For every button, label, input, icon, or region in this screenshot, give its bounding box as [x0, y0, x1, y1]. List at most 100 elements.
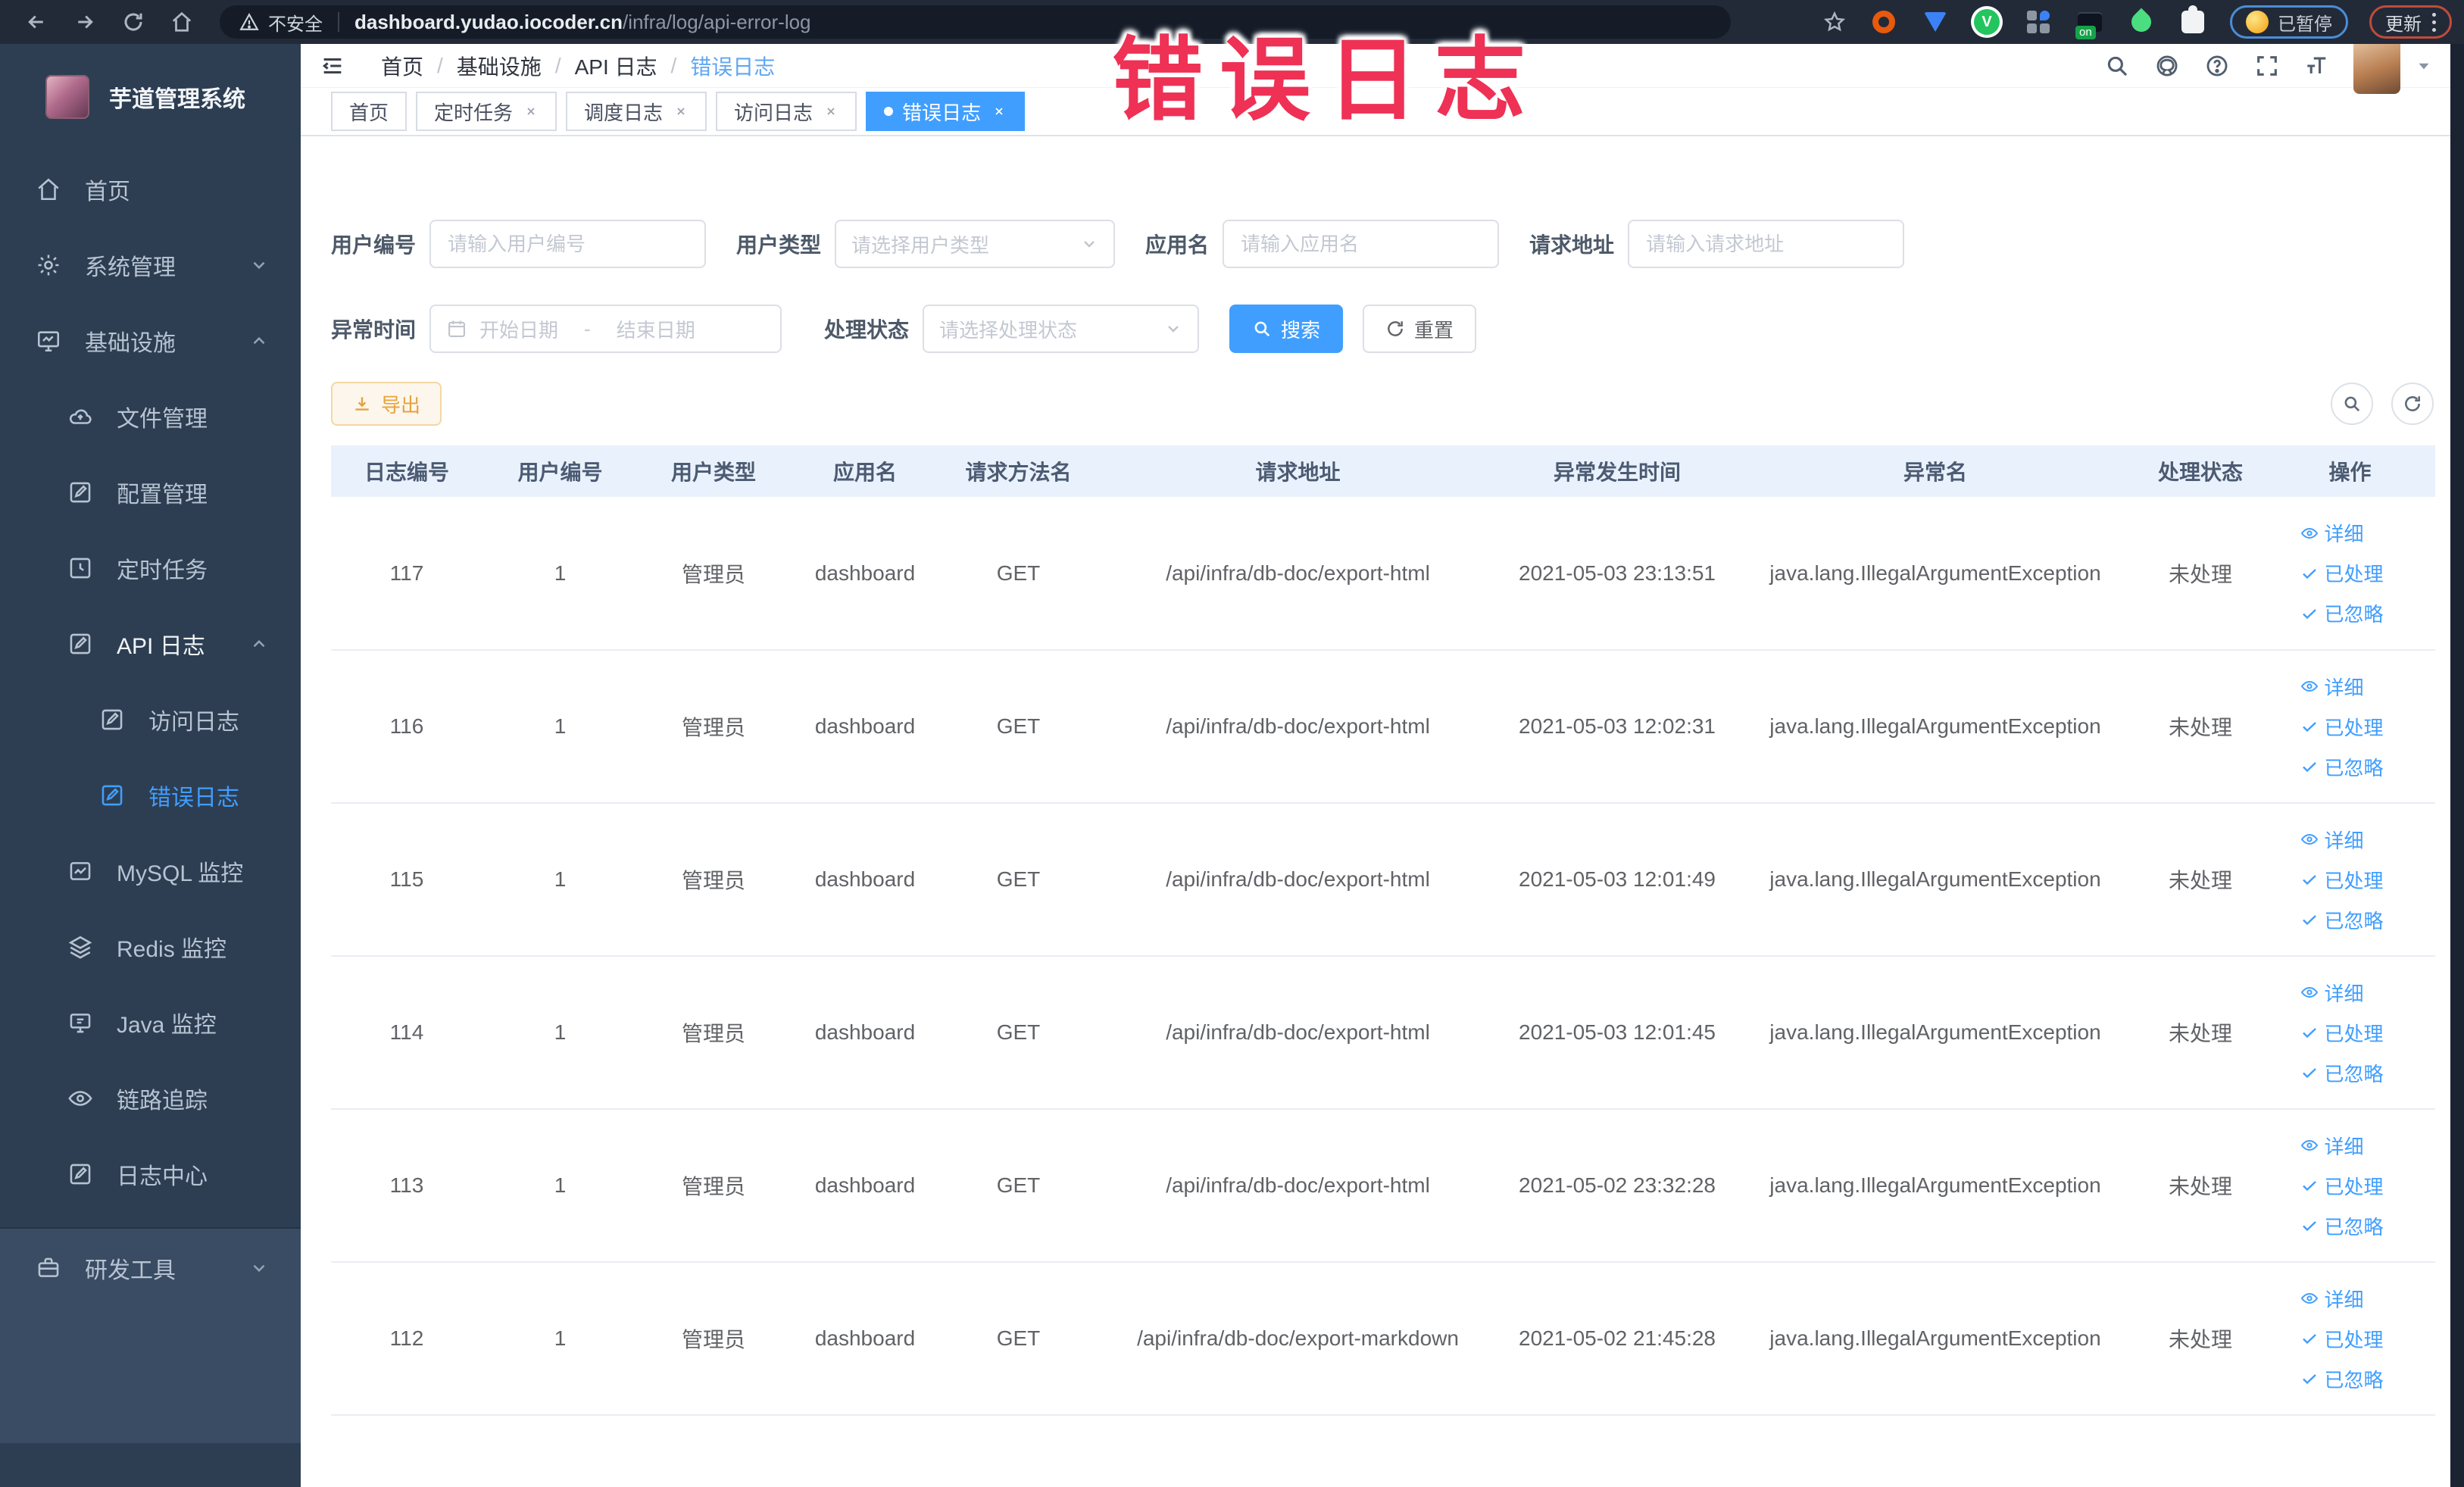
- sidebar-item-home[interactable]: 首页: [0, 152, 301, 227]
- sidebar-bottom-section: 研发工具: [0, 1227, 301, 1443]
- fullscreen-icon[interactable]: [2250, 49, 2284, 83]
- tab-schedule-log[interactable]: 调度日志: [566, 92, 707, 131]
- extension-sprout-icon[interactable]: [2125, 6, 2157, 38]
- detail-link[interactable]: 详细: [2300, 673, 2364, 701]
- sidebar-item-config-management[interactable]: 配置管理: [0, 455, 301, 530]
- detail-link[interactable]: 详细: [2300, 1132, 2364, 1160]
- back-icon[interactable]: [23, 8, 50, 36]
- extensions-puzzle-icon[interactable]: [2177, 5, 2209, 38]
- mark-ignored-link[interactable]: 已忽略: [2300, 1059, 2384, 1087]
- sidebar-fold-icon[interactable]: [317, 51, 348, 81]
- forward-icon[interactable]: [71, 8, 98, 36]
- extension-shield-icon[interactable]: [1919, 6, 1951, 38]
- sidebar-item-redis-monitor[interactable]: Redis 监控: [0, 909, 301, 985]
- bookmark-star-icon[interactable]: [1821, 8, 1848, 36]
- sidebar-item-mysql-monitor[interactable]: MySQL 监控: [0, 833, 301, 909]
- github-icon[interactable]: [2150, 49, 2184, 83]
- search-button[interactable]: 搜索: [1229, 305, 1344, 353]
- extension-on-badge-icon[interactable]: on: [2074, 6, 2106, 39]
- mark-ignored-link[interactable]: 已忽略: [2300, 906, 2384, 934]
- sidebar-item-java-monitor[interactable]: Java 监控: [0, 985, 301, 1061]
- mark-processed-link[interactable]: 已处理: [2300, 559, 2384, 587]
- page-content: 用户编号 用户类型 请选择用户类型 应用名 请求地址: [301, 220, 2464, 1416]
- breadcrumb-home[interactable]: 首页: [381, 51, 423, 81]
- extension-orange-icon[interactable]: [1868, 6, 1900, 38]
- app-logo-avatar: [45, 75, 89, 119]
- col-actions: 操作: [2265, 445, 2435, 497]
- mark-ignored-link[interactable]: 已忽略: [2300, 1212, 2384, 1240]
- scrollbar[interactable]: [2450, 44, 2464, 1487]
- table-row: 112 1 管理员 dashboard GET /api/infra/db-do…: [331, 1262, 2435, 1416]
- edit-square-icon: [67, 479, 94, 506]
- browser-menu-icon[interactable]: [2432, 11, 2436, 33]
- browser-toolbar-right: V on 已暂停 更新: [1821, 5, 2452, 39]
- user-type-select[interactable]: 请选择用户类型: [835, 220, 1116, 268]
- extension-grid-icon[interactable]: [2022, 6, 2054, 38]
- home-icon[interactable]: [168, 8, 195, 36]
- request-url-input[interactable]: [1628, 220, 1905, 268]
- detail-link[interactable]: 详细: [2300, 979, 2364, 1007]
- check-icon: [2302, 875, 2316, 886]
- user-id-input[interactable]: [429, 220, 707, 268]
- eye-icon: [2300, 1139, 2318, 1151]
- reload-icon[interactable]: [120, 8, 147, 36]
- refresh-table-button[interactable]: [2391, 383, 2434, 425]
- detail-link[interactable]: 详细: [2300, 826, 2364, 854]
- app-logo-row[interactable]: 芋道管理系统: [0, 44, 301, 127]
- status-text: 未处理: [2136, 1109, 2265, 1263]
- user-type-label: 用户类型: [736, 233, 822, 257]
- sidebar-item-system[interactable]: 系统管理: [0, 227, 301, 303]
- font-size-icon[interactable]: [2300, 49, 2334, 83]
- help-icon[interactable]: [2200, 49, 2234, 83]
- profile-paused-chip[interactable]: 已暂停: [2230, 5, 2348, 39]
- toggle-search-button[interactable]: [2331, 383, 2373, 425]
- search-icon[interactable]: [2100, 49, 2134, 83]
- user-avatar[interactable]: [2353, 37, 2400, 94]
- close-icon[interactable]: [523, 104, 539, 119]
- not-secure-warning-icon: [239, 13, 259, 30]
- check-icon: [2302, 1068, 2316, 1079]
- cloud-icon: [67, 403, 94, 430]
- mark-processed-link[interactable]: 已处理: [2300, 713, 2384, 741]
- sidebar-item-dev-tools[interactable]: 研发工具: [0, 1230, 301, 1306]
- mark-ignored-link[interactable]: 已忽略: [2300, 753, 2384, 781]
- chevron-down-icon[interactable]: [2414, 56, 2434, 76]
- detail-link[interactable]: 详细: [2300, 519, 2364, 547]
- tab-scheduled-task[interactable]: 定时任务: [416, 92, 557, 131]
- exception-time-range-picker[interactable]: 开始日期 - 结束日期: [429, 305, 782, 353]
- sidebar-item-log-center[interactable]: 日志中心: [0, 1136, 301, 1212]
- close-icon[interactable]: [823, 104, 839, 119]
- detail-link[interactable]: 详细: [2300, 1285, 2364, 1313]
- breadcrumb-infrastructure[interactable]: 基础设施: [457, 51, 542, 81]
- sidebar-item-error-log[interactable]: 错误日志: [0, 758, 301, 833]
- url-path: /infra/log/api-error-log: [622, 10, 811, 33]
- browser-update-button[interactable]: 更新: [2369, 5, 2452, 39]
- tab-access-log[interactable]: 访问日志: [716, 92, 857, 131]
- sidebar-item-api-log[interactable]: API 日志: [0, 606, 301, 682]
- sidebar-item-trace[interactable]: 链路追踪: [0, 1061, 301, 1136]
- close-icon[interactable]: [992, 104, 1007, 119]
- tab-error-log[interactable]: 错误日志: [866, 92, 1026, 131]
- download-icon: [355, 397, 369, 411]
- sidebar-item-infrastructure[interactable]: 基础设施: [0, 303, 301, 379]
- paused-label: 已暂停: [2278, 14, 2332, 35]
- check-icon: [2302, 1028, 2316, 1039]
- sidebar-item-scheduled-task[interactable]: 定时任务: [0, 530, 301, 606]
- app-name-input[interactable]: [1223, 220, 1500, 268]
- sidebar-item-file-management[interactable]: 文件管理: [0, 379, 301, 455]
- mark-processed-link[interactable]: 已处理: [2300, 1325, 2384, 1353]
- status-text: 未处理: [2136, 803, 2265, 957]
- mark-ignored-link[interactable]: 已忽略: [2300, 1365, 2384, 1393]
- mark-processed-link[interactable]: 已处理: [2300, 866, 2384, 894]
- process-status-select[interactable]: 请选择处理状态: [923, 305, 1200, 353]
- close-icon[interactable]: [673, 104, 689, 119]
- tab-home[interactable]: 首页: [331, 92, 408, 131]
- breadcrumb-api-log[interactable]: API 日志: [575, 51, 657, 81]
- sidebar-item-access-log[interactable]: 访问日志: [0, 682, 301, 758]
- export-button[interactable]: 导出: [331, 382, 442, 426]
- extension-green-v-icon[interactable]: V: [1971, 6, 2003, 38]
- mark-processed-link[interactable]: 已处理: [2300, 1172, 2384, 1200]
- mark-ignored-link[interactable]: 已忽略: [2300, 599, 2384, 627]
- mark-processed-link[interactable]: 已处理: [2300, 1019, 2384, 1047]
- reset-button[interactable]: 重置: [1363, 305, 1477, 353]
